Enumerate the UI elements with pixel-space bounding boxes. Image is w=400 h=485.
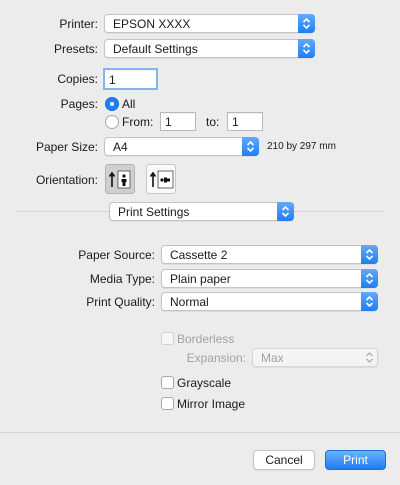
expansion-label: Expansion: [186,351,246,365]
printer-label: Printer: [59,17,98,31]
cancel-button[interactable]: Cancel [253,450,315,470]
section-menu-value: Print Settings [118,205,190,219]
mirror-image-label: Mirror Image [177,397,246,411]
print-quality-popup[interactable]: Normal [161,292,378,311]
copies-value: 1 [109,73,116,87]
pages-all-radio[interactable] [105,97,119,111]
orientation-portrait-button[interactable] [105,164,135,194]
media-type-label: Media Type: [89,272,155,286]
paper-size-label: Paper Size: [35,140,98,154]
pages-from-radio[interactable] [105,115,119,129]
printer-popup[interactable]: EPSON XXXX [104,14,315,33]
section-menu-popup[interactable]: Print Settings [109,202,294,221]
copies-label: Copies: [57,72,98,86]
orientation-label: Orientation: [35,173,98,187]
paper-source-value: Cassette 2 [170,248,228,262]
copies-field[interactable]: 1 [103,68,158,90]
pages-all-label: All [122,97,136,111]
print-quality-label: Print Quality: [86,295,155,309]
pages-to-label: to: [206,115,220,129]
grayscale-label: Grayscale [177,376,232,390]
chevron-updown-icon [361,292,378,311]
mirror-image-checkbox[interactable] [161,397,174,410]
pages-from-label: From: [122,115,154,129]
borderless-label: Borderless [177,332,235,346]
chevron-updown-icon [361,348,378,367]
pages-from-value: 1 [165,115,172,129]
presets-label: Presets: [53,42,98,56]
expansion-popup[interactable]: Max [252,348,378,367]
pages-to-value: 1 [232,115,239,129]
portrait-orientation-icon [108,170,131,189]
presets-popup[interactable]: Default Settings [104,39,315,58]
chevron-updown-icon [277,202,294,221]
grayscale-checkbox[interactable] [161,376,174,389]
pages-from-field[interactable]: 1 [160,112,196,131]
print-button[interactable]: Print [325,450,386,470]
paper-size-popup[interactable]: A4 [104,137,259,156]
media-type-popup[interactable]: Plain paper [161,269,378,288]
printer-value: EPSON XXXX [113,17,191,31]
expansion-value: Max [261,351,284,365]
media-type-value: Plain paper [170,272,231,286]
chevron-updown-icon [298,14,315,33]
pages-to-field[interactable]: 1 [227,112,263,131]
borderless-checkbox[interactable] [161,332,174,345]
orientation-landscape-button[interactable] [146,164,176,194]
paper-size-dimensions: 210 by 297 mm [267,141,336,152]
presets-value: Default Settings [113,42,198,56]
paper-source-label: Paper Source: [78,248,155,262]
footer-separator [0,432,400,433]
chevron-updown-icon [242,137,259,156]
print-quality-value: Normal [170,295,209,309]
landscape-orientation-icon [149,170,174,189]
chevron-updown-icon [361,269,378,288]
paper-source-popup[interactable]: Cassette 2 [161,245,378,264]
chevron-updown-icon [361,245,378,264]
paper-size-value: A4 [113,140,128,154]
chevron-updown-icon [298,39,315,58]
pages-label: Pages: [60,97,98,111]
